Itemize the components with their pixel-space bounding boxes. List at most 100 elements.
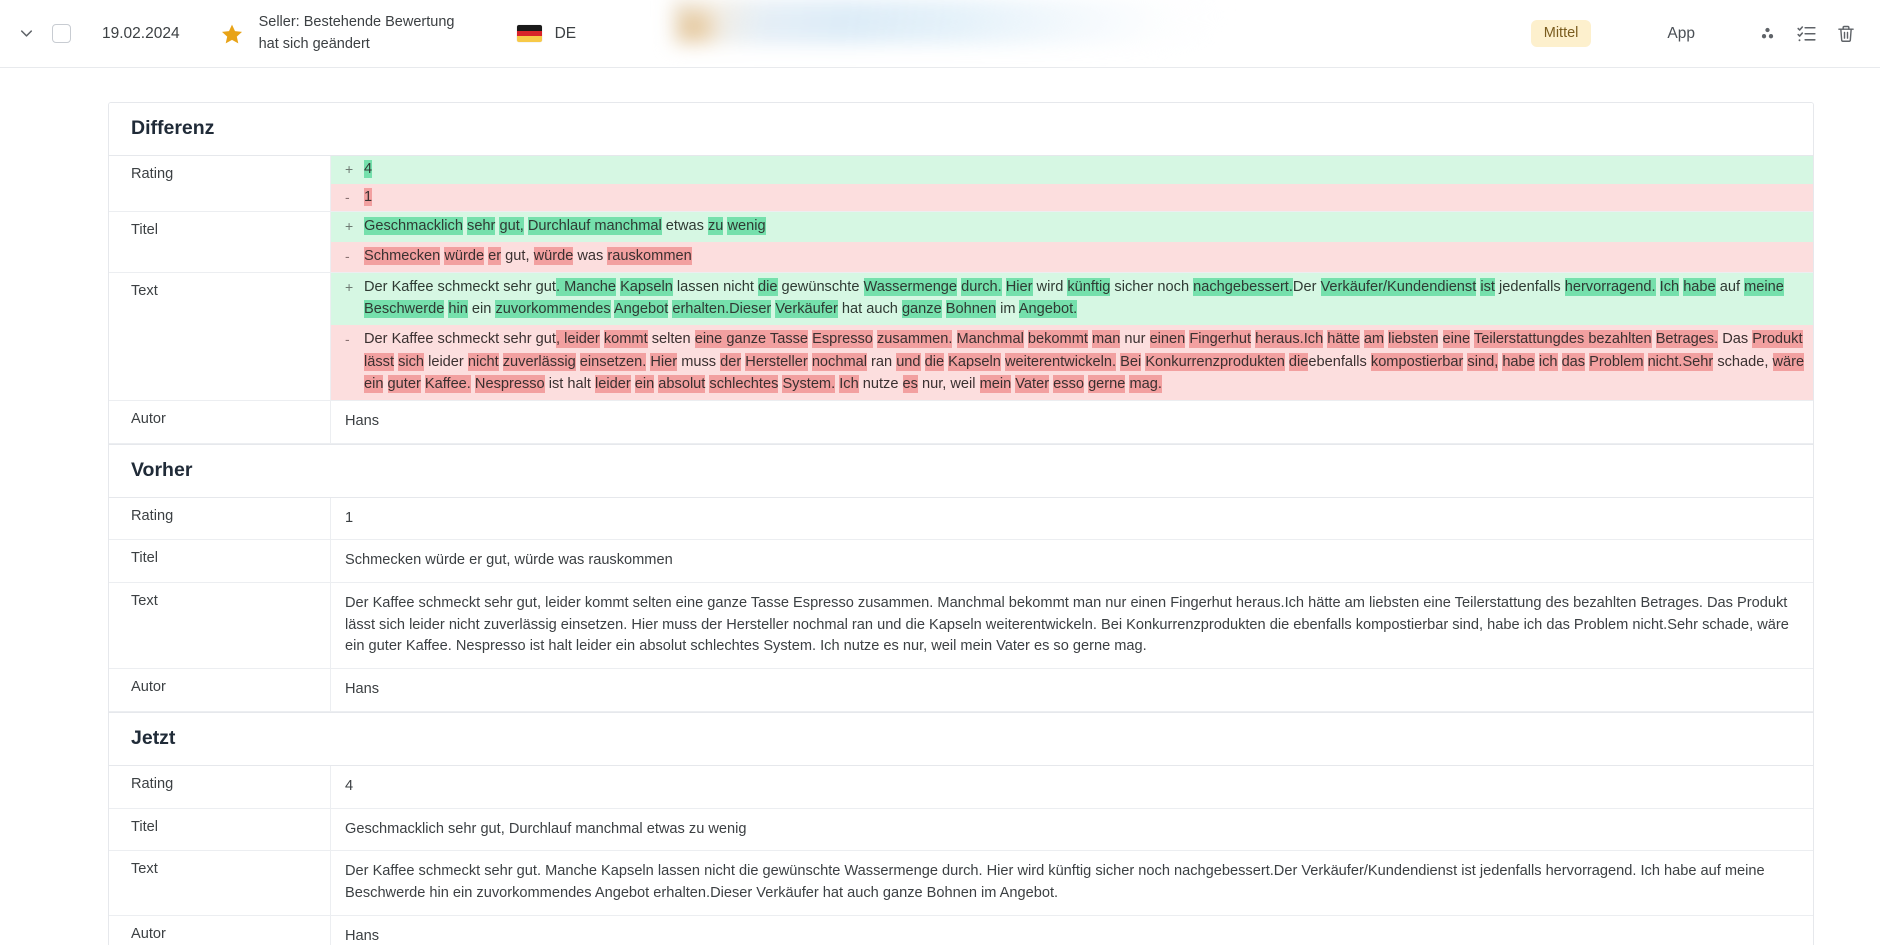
diff-word: das	[1561, 352, 1586, 371]
row-value: 1	[345, 509, 354, 526]
table-row: Rating 4	[109, 765, 1813, 809]
diff-plus-sign: +	[345, 278, 354, 295]
diff-word: Verkäufer/Kundendienst	[1320, 277, 1477, 296]
diff-word: Nespresso	[474, 375, 545, 394]
diff-minus-sign: -	[345, 248, 350, 265]
diff-word: und	[896, 352, 921, 371]
row-label: Autor	[109, 669, 331, 711]
diff-word: so	[1068, 375, 1084, 394]
checklist-icon[interactable]	[1796, 23, 1817, 44]
diff-word: Schmecken	[364, 247, 441, 266]
header-icon-group	[1758, 23, 1856, 44]
diff-added-text: 4	[364, 158, 1805, 181]
diff-removed-line: -1	[331, 183, 1813, 212]
row-select-checkbox[interactable]	[52, 24, 71, 43]
expand-collapse-chevron[interactable]	[4, 24, 48, 43]
row-label: Titel	[109, 540, 331, 582]
diff-word: Verkäufer	[775, 300, 838, 319]
row-label: Titel	[109, 212, 331, 272]
flag-de-icon	[516, 25, 542, 42]
review-star-icon	[220, 22, 244, 46]
diff-word: System.	[782, 375, 836, 394]
table-row: Text Der Kaffee schmeckt sehr gut, leider…	[109, 583, 1813, 670]
row-value: Hans	[345, 927, 380, 944]
diff-removed-line: - Der Kaffee schmeckt sehr gut, leider ko…	[331, 324, 1813, 400]
diff-word: ein	[364, 375, 384, 394]
ticket-header-row: 19.02.2024 Seller: Bestehende Bewertung …	[0, 0, 1880, 68]
diff-word: man	[1091, 329, 1121, 348]
diff-word: Angebot	[613, 300, 669, 319]
diff-word: ,	[555, 329, 565, 348]
diff-word: er	[488, 247, 502, 266]
trash-icon[interactable]	[1836, 24, 1856, 44]
row-label: Rating	[109, 497, 331, 540]
diff-word: zusammen.	[877, 329, 953, 348]
diff-word: Manche	[564, 277, 617, 296]
diff-word: sehr	[467, 217, 496, 236]
diff-word: kommt	[603, 329, 648, 348]
diff-word: gerne	[1088, 375, 1126, 394]
diff-word: hervorragend.	[1564, 277, 1656, 296]
diff-word: am	[1363, 329, 1385, 348]
diff-added-text: Geschmacklich sehr gut, Durchlauf manchm…	[364, 217, 766, 236]
diff-word: nicht	[467, 352, 499, 371]
table-row: Text + Der Kaffee schmeckt sehr gut. Manch…	[109, 272, 1813, 401]
channel-label: App	[1667, 24, 1695, 42]
diff-added-line: + Der Kaffee schmeckt sehr gut. Manche Ka…	[331, 272, 1813, 325]
diff-word: Kapseln	[948, 352, 1001, 371]
diff-word: Bohnen	[945, 300, 997, 319]
row-label: Text	[109, 851, 331, 915]
row-value: +4-1	[331, 156, 1813, 212]
diff-word: der	[720, 352, 742, 371]
diff-word: bekommt	[1027, 329, 1088, 348]
diff-word: die	[924, 352, 945, 371]
row-value: Geschmacklich sehr gut, Durchlauf manchm…	[345, 820, 747, 837]
diff-word: zuverlässig	[502, 352, 576, 371]
diff-word: wäre	[1772, 352, 1805, 371]
diff-word: Kaffee.	[424, 375, 471, 394]
row-value: Der Kaffee schmeckt sehr gut, leider kom…	[345, 595, 1789, 655]
diff-word: kompostierbar	[1370, 352, 1464, 371]
diff-word: leider	[564, 329, 600, 348]
diff-word: hin	[448, 300, 468, 319]
diff-word: weiterentwickeln.	[1004, 352, 1117, 371]
table-row: Rating 1	[109, 497, 1813, 541]
redacted-preview-region	[672, 0, 1220, 44]
row-label: Rating	[109, 765, 331, 808]
ticket-date: 19.02.2024	[102, 24, 180, 42]
diff-word: 4	[364, 160, 373, 178]
row-value: + Geschmacklich sehr gut, Durchlauf manch…	[331, 212, 1813, 272]
priority-badge[interactable]: Mittel	[1530, 20, 1592, 47]
diff-added-line: +4	[331, 156, 1813, 184]
diff-word: lässt	[364, 352, 395, 371]
diff-word: liebsten	[1388, 329, 1439, 348]
row-value: Hans	[345, 412, 380, 429]
ticket-event-title: Seller: Bestehende Bewertung hat sich ge…	[258, 14, 455, 52]
diff-word: nachgebessert.	[1193, 277, 1293, 296]
table-row: Titel Schmecken würde er gut, würde was r…	[109, 540, 1813, 583]
row-value: Hans	[345, 681, 380, 698]
section-title-differenz: Differenz	[109, 103, 1813, 156]
row-value: Schmecken würde er gut, würde was rausko…	[345, 552, 673, 569]
diff-word: die	[1288, 352, 1309, 371]
assign-users-icon[interactable]	[1758, 24, 1777, 43]
row-label: Titel	[109, 808, 331, 851]
diff-word: mag.	[1129, 375, 1162, 394]
diff-word: Betrages.	[1655, 329, 1719, 348]
diff-word: einsetzen.	[579, 352, 647, 371]
diff-word: leider	[594, 375, 631, 394]
diff-minus-sign: -	[345, 330, 350, 347]
ticket-detail-body: Differenz Rating +4-1 Titel + Geschmacklich s…	[0, 68, 1880, 945]
diff-word: Ich	[1659, 277, 1680, 296]
table-row: Autor Hans	[109, 400, 1813, 444]
row-value: + Der Kaffee schmeckt sehr gut. Manche Ka…	[331, 272, 1813, 400]
diff-word: sich	[398, 352, 425, 371]
section-title-vorher: Vorher	[109, 443, 1813, 498]
diff-word: Manchmal	[956, 329, 1024, 348]
diff-word: Hier	[1005, 277, 1033, 296]
row-label: Autor	[109, 915, 331, 945]
table-row: Titel Geschmacklich sehr gut, Durchlauf m…	[109, 808, 1813, 852]
language-code: DE	[554, 24, 577, 42]
diff-word: Hersteller	[745, 352, 808, 371]
row-label: Rating	[109, 156, 331, 212]
